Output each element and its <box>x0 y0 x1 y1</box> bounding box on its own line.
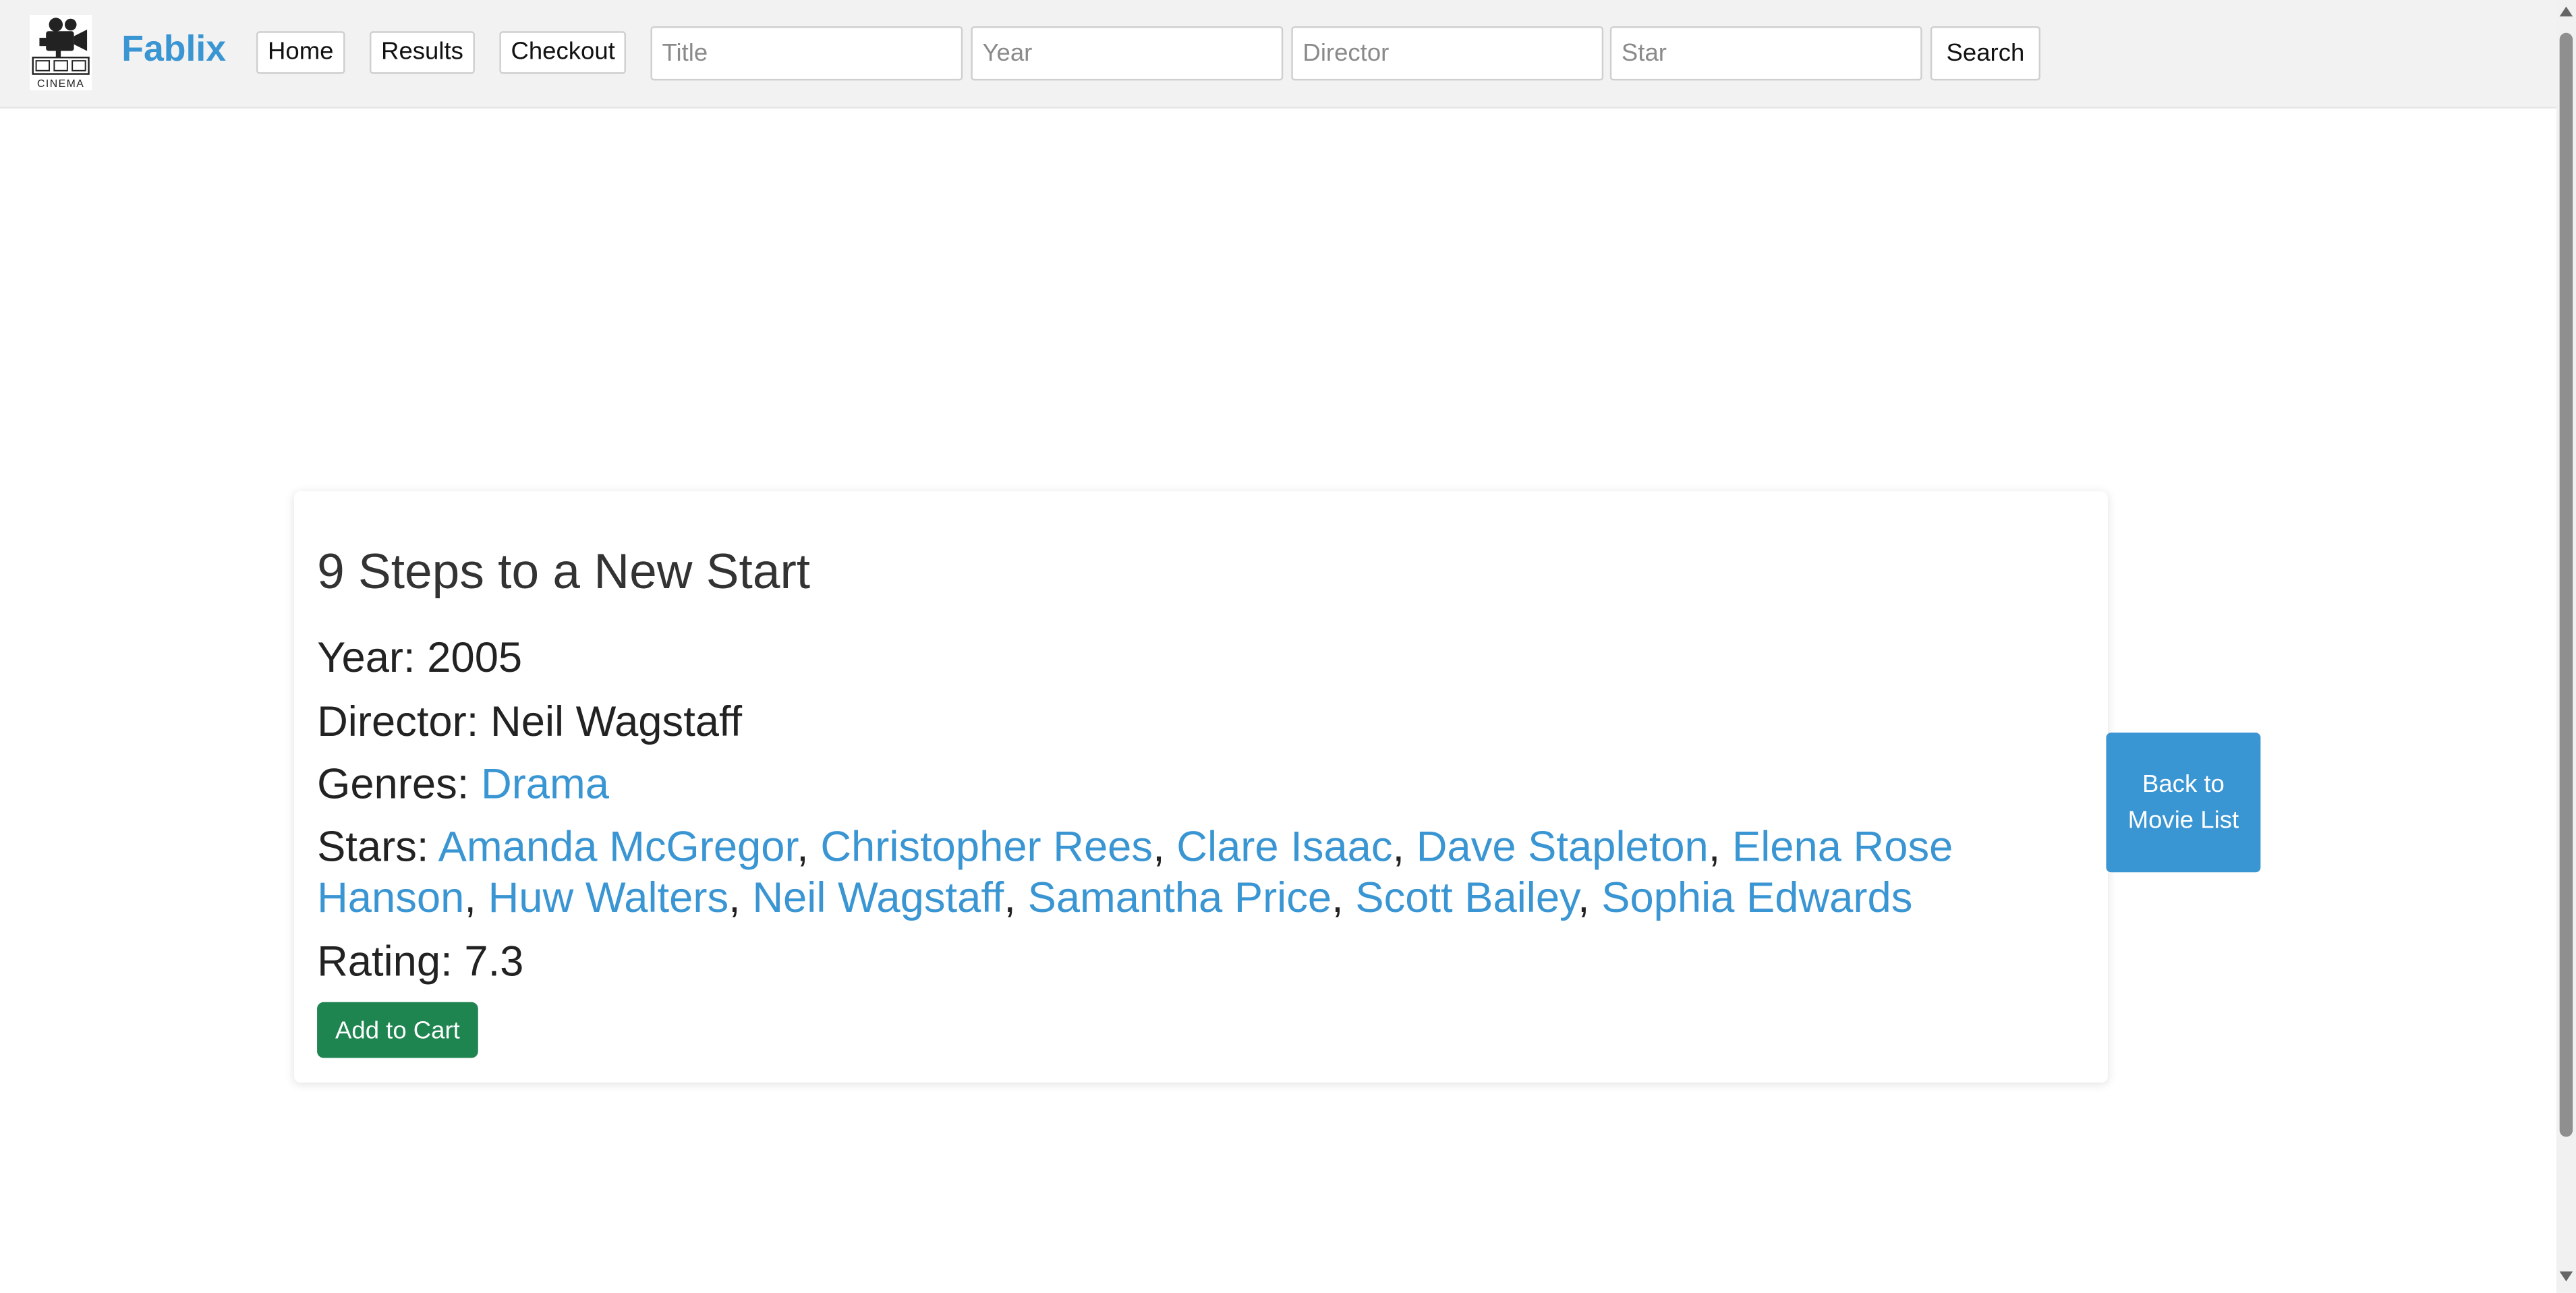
star-link[interactable]: Christopher Rees <box>820 822 1153 871</box>
year-search-input[interactable] <box>971 26 1284 81</box>
brand-link[interactable]: Fablix <box>121 28 226 70</box>
director-label: Director: <box>317 696 479 746</box>
scroll-up-arrow-icon[interactable] <box>2559 6 2573 17</box>
star-search-input[interactable] <box>1609 26 1922 81</box>
logo-text: CINEMA <box>37 78 84 90</box>
star-link[interactable]: Huw Walters <box>488 872 729 921</box>
star-link[interactable]: Samantha Price <box>1028 872 1332 921</box>
genres-label: Genres: <box>317 759 469 809</box>
director-search-input[interactable] <box>1291 26 1604 81</box>
star-link[interactable]: Neil Wagstaff <box>752 872 1004 921</box>
year-label: Year: <box>317 632 416 682</box>
checkout-button[interactable]: Checkout <box>499 31 627 74</box>
rating-value: 7.3 <box>464 936 524 986</box>
star-link[interactable]: Dave Stapleton <box>1416 822 1709 871</box>
stars-row: Stars: Amanda McGregor, Christopher Rees… <box>317 821 1953 922</box>
stars-label: Stars: <box>317 821 429 871</box>
genres-row: Genres: Drama <box>317 759 1976 810</box>
director-value: Neil Wagstaff <box>490 696 743 746</box>
search-button[interactable]: Search <box>1930 26 2041 81</box>
back-to-movie-list-button[interactable]: Back to Movie List <box>2106 732 2261 873</box>
add-to-cart-button[interactable]: Add to Cart <box>317 1002 478 1058</box>
home-button[interactable]: Home <box>256 31 345 74</box>
genre-link[interactable]: Drama <box>481 759 609 808</box>
director-row: Director: Neil Wagstaff <box>317 697 1976 748</box>
rating-row: Rating: 7.3 <box>317 936 1976 987</box>
page: CINEMA Fablix Home Results Checkout Sear… <box>0 0 2576 1293</box>
star-link[interactable]: Clare Isaac <box>1176 822 1392 871</box>
star-link[interactable]: Sophia Edwards <box>1601 872 1912 921</box>
title-search-input[interactable] <box>650 26 963 81</box>
vertical-scrollbar[interactable] <box>2556 0 2576 1293</box>
scrollbar-thumb[interactable] <box>2559 32 2573 1137</box>
cinema-camera-icon[interactable]: CINEMA <box>29 14 92 90</box>
star-link[interactable]: Scott Bailey <box>1355 872 1578 921</box>
movie-detail-card: 9 Steps to a New Start Year: 2005 Direct… <box>293 491 2108 1083</box>
movie-title: 9 Steps to a New Start <box>317 545 811 600</box>
year-row: Year: 2005 <box>317 633 1976 684</box>
star-link[interactable]: Amanda McGregor <box>438 822 797 871</box>
year-value: 2005 <box>427 632 523 682</box>
rating-label: Rating: <box>317 936 453 986</box>
scroll-down-arrow-icon[interactable] <box>2559 1271 2573 1282</box>
results-button[interactable]: Results <box>370 31 475 74</box>
top-navbar: CINEMA Fablix Home Results Checkout Sear… <box>0 0 2556 109</box>
